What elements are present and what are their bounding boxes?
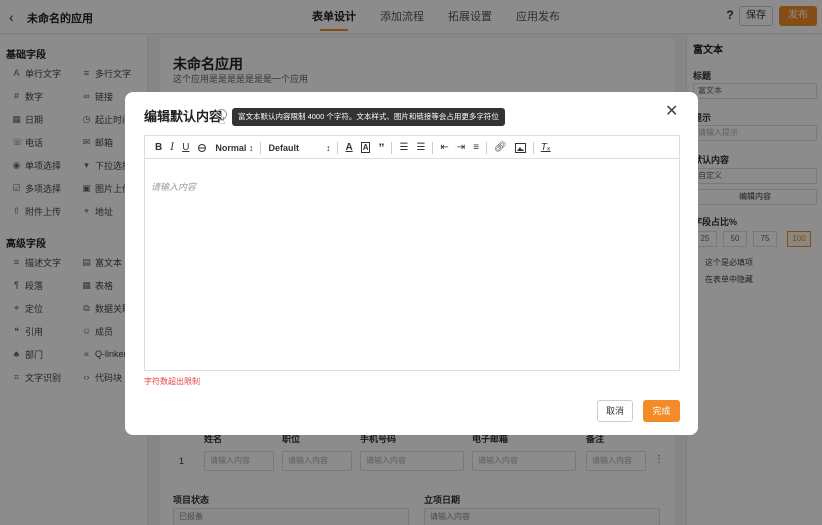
toolbar-divider: [486, 141, 488, 154]
bg-color-button[interactable]: A: [357, 136, 375, 160]
toolbar-divider: [532, 141, 534, 154]
hand-cursor-icon: ☝: [219, 116, 226, 127]
italic-button[interactable]: I: [166, 136, 178, 160]
bg-color-icon: A: [360, 142, 371, 153]
image-button[interactable]: [511, 136, 530, 160]
quote-icon: ”: [378, 140, 385, 155]
outdent-icon: ⇤: [440, 142, 449, 153]
strike-icon: [198, 143, 207, 152]
edit-default-content-dialog: 编辑默认内容 i ☝ 富文本默认内容限制 4000 个字符。文本样式、图片和链接…: [125, 92, 698, 435]
strike-button[interactable]: [193, 136, 211, 160]
updown-icon: ↕: [325, 142, 331, 153]
text-color-button[interactable]: A: [341, 136, 356, 160]
link-icon: 🔗︎: [494, 142, 507, 153]
clear-format-button[interactable]: Tₓ: [537, 136, 555, 160]
editor-toolbar: B I U Normal ↕ Default ↕ A A ” ☰ ☰ ⇤ ⇥ ≡ …: [144, 135, 680, 159]
size-select-value: Normal: [215, 142, 247, 153]
outdent-button[interactable]: ⇤: [436, 136, 452, 160]
align-button[interactable]: ≡: [469, 136, 483, 160]
indent-icon: ⇥: [456, 142, 466, 153]
dialog-title: 编辑默认内容: [144, 109, 223, 124]
image-icon: [514, 142, 526, 153]
updown-icon: ↕: [248, 142, 254, 153]
underline-button[interactable]: U: [178, 136, 193, 160]
text-color-icon: A: [345, 142, 353, 153]
done-button[interactable]: 完成: [643, 400, 680, 422]
cancel-button[interactable]: 取消: [597, 400, 633, 422]
indent-button[interactable]: ⇥: [453, 136, 469, 160]
close-icon[interactable]: ✕: [665, 104, 678, 120]
toolbar-divider: [260, 141, 262, 154]
link-button[interactable]: 🔗︎: [490, 136, 511, 160]
font-select-value: Default: [268, 142, 299, 153]
blockquote-button[interactable]: ”: [374, 136, 388, 160]
toolbar-divider: [391, 141, 393, 154]
ordered-list-button[interactable]: ☰: [395, 136, 412, 160]
bullet-list-button[interactable]: ☰: [412, 136, 429, 160]
rich-text-editor[interactable]: 请输入内容: [144, 158, 680, 371]
tooltip: 富文本默认内容限制 4000 个字符。文本样式、图片和链接等会占用更多字符位: [232, 108, 505, 126]
font-select[interactable]: Default ↕: [264, 136, 334, 160]
toolbar-divider: [337, 141, 339, 154]
error-message: 字符数超出限制: [144, 377, 200, 386]
bold-button[interactable]: B: [151, 136, 166, 160]
bullet-list-icon: ☰: [416, 142, 426, 153]
toolbar-divider: [432, 141, 434, 154]
editor-placeholder: 请输入内容: [151, 182, 197, 192]
ordered-list-icon: ☰: [399, 142, 409, 153]
align-left-icon: ≡: [473, 142, 480, 153]
size-select[interactable]: Normal ↕: [211, 136, 257, 160]
clear-format-icon: Tₓ: [540, 142, 551, 153]
